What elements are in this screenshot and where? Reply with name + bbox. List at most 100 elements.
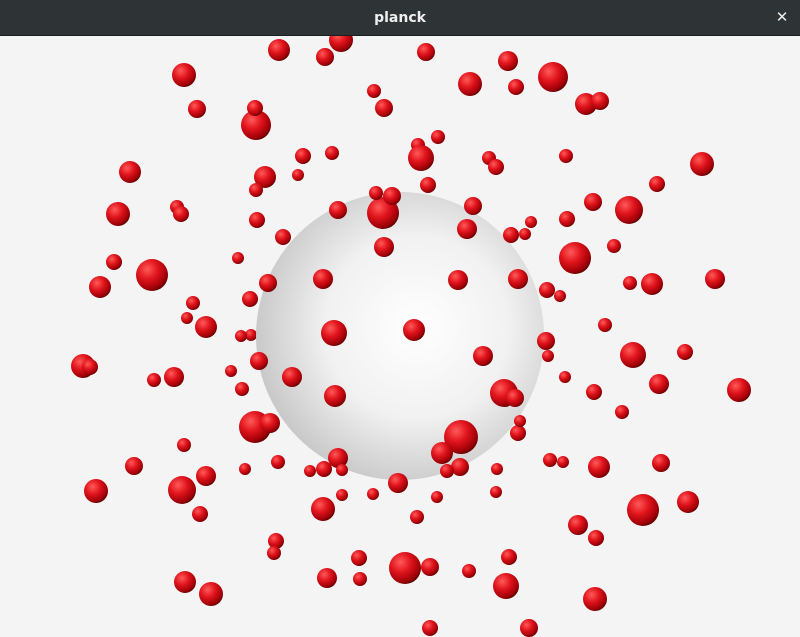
particle-sphere [451, 458, 469, 476]
particle-sphere [195, 316, 217, 338]
particle-sphere [164, 367, 184, 387]
particle-sphere [421, 558, 439, 576]
particle-sphere [242, 291, 258, 307]
particle-sphere [247, 100, 263, 116]
particle-sphere [325, 146, 339, 160]
particle-sphere [336, 464, 348, 476]
particle-sphere [705, 269, 725, 289]
particle-sphere [192, 506, 208, 522]
close-icon[interactable]: ✕ [770, 5, 794, 29]
particle-sphere [259, 274, 277, 292]
particle-sphere [181, 312, 193, 324]
particle-sphere [462, 564, 476, 578]
particle-sphere [677, 491, 699, 513]
particle-sphere [568, 515, 588, 535]
particle-sphere [537, 332, 555, 350]
particle-sphere [598, 318, 612, 332]
particle-sphere [498, 51, 518, 71]
particle-sphere [250, 352, 268, 370]
particle-sphere [249, 212, 265, 228]
particle-sphere [607, 239, 621, 253]
3d-viewport[interactable] [0, 36, 800, 637]
particle-sphere [388, 473, 408, 493]
particle-sphere [508, 269, 528, 289]
particle-sphere [82, 359, 98, 375]
particle-sphere [375, 99, 393, 117]
particle-sphere [84, 479, 108, 503]
particle-sphere [510, 425, 526, 441]
particle-sphere [440, 464, 454, 478]
particle-sphere [554, 290, 566, 302]
particle-sphere [336, 489, 348, 501]
particle-sphere [690, 152, 714, 176]
particle-sphere [119, 161, 141, 183]
particle-sphere [490, 486, 502, 498]
particle-sphere [136, 259, 168, 291]
particle-sphere [431, 130, 445, 144]
particle-sphere [353, 572, 367, 586]
particle-sphere [508, 79, 524, 95]
particle-sphere [420, 177, 436, 193]
particle-sphere [282, 367, 302, 387]
particle-sphere [649, 176, 665, 192]
particle-sphere [627, 494, 659, 526]
particle-sphere [559, 149, 573, 163]
particle-sphere [543, 453, 557, 467]
particle-sphere [559, 242, 591, 274]
particle-sphere [106, 254, 122, 270]
particle-sphere [367, 488, 379, 500]
particle-sphere [525, 216, 537, 228]
title-bar[interactable]: planck ✕ [0, 0, 800, 36]
particle-sphere [503, 227, 519, 243]
particle-sphere [615, 405, 629, 419]
particle-sphere [196, 466, 216, 486]
particle-sphere [317, 568, 337, 588]
particle-sphere [591, 92, 609, 110]
particle-sphere [623, 276, 637, 290]
particle-sphere [458, 72, 482, 96]
particle-sphere [311, 497, 335, 521]
particle-sphere [239, 463, 251, 475]
particle-sphere [329, 36, 353, 52]
particle-sphere [321, 320, 347, 346]
particle-sphere [519, 228, 531, 240]
particle-sphere [173, 206, 189, 222]
particle-sphere [186, 296, 200, 310]
particle-sphere [304, 465, 316, 477]
particle-sphere [559, 371, 571, 383]
particle-sphere [374, 237, 394, 257]
scene-canvas[interactable] [0, 36, 800, 637]
particle-sphere [539, 282, 555, 298]
window-title: planck [374, 9, 426, 26]
app-window: planck ✕ [0, 0, 800, 637]
particle-sphere [488, 159, 504, 175]
particle-sphere [403, 319, 425, 341]
particle-sphere [174, 571, 196, 593]
particle-sphere [188, 100, 206, 118]
particle-sphere [538, 62, 568, 92]
particle-sphere [457, 219, 477, 239]
particle-sphere [514, 415, 526, 427]
particle-sphere [583, 587, 607, 611]
particle-sphere [324, 385, 346, 407]
particle-sphere [493, 573, 519, 599]
particle-sphere [410, 510, 424, 524]
particle-sphere [586, 384, 602, 400]
particle-sphere [367, 84, 381, 98]
particle-sphere [235, 330, 247, 342]
particle-sphere [271, 455, 285, 469]
particle-sphere [501, 549, 517, 565]
particle-sphere [351, 550, 367, 566]
particle-sphere [588, 530, 604, 546]
particle-sphere [383, 187, 401, 205]
particle-sphere [422, 620, 438, 636]
particle-sphere [464, 197, 482, 215]
particle-sphere [588, 456, 610, 478]
particle-sphere [168, 476, 196, 504]
particle-sphere [431, 442, 453, 464]
particle-sphere [727, 378, 751, 402]
particle-sphere [199, 582, 223, 606]
particle-sphere [267, 546, 281, 560]
particle-sphere [559, 211, 575, 227]
particle-sphere [677, 344, 693, 360]
